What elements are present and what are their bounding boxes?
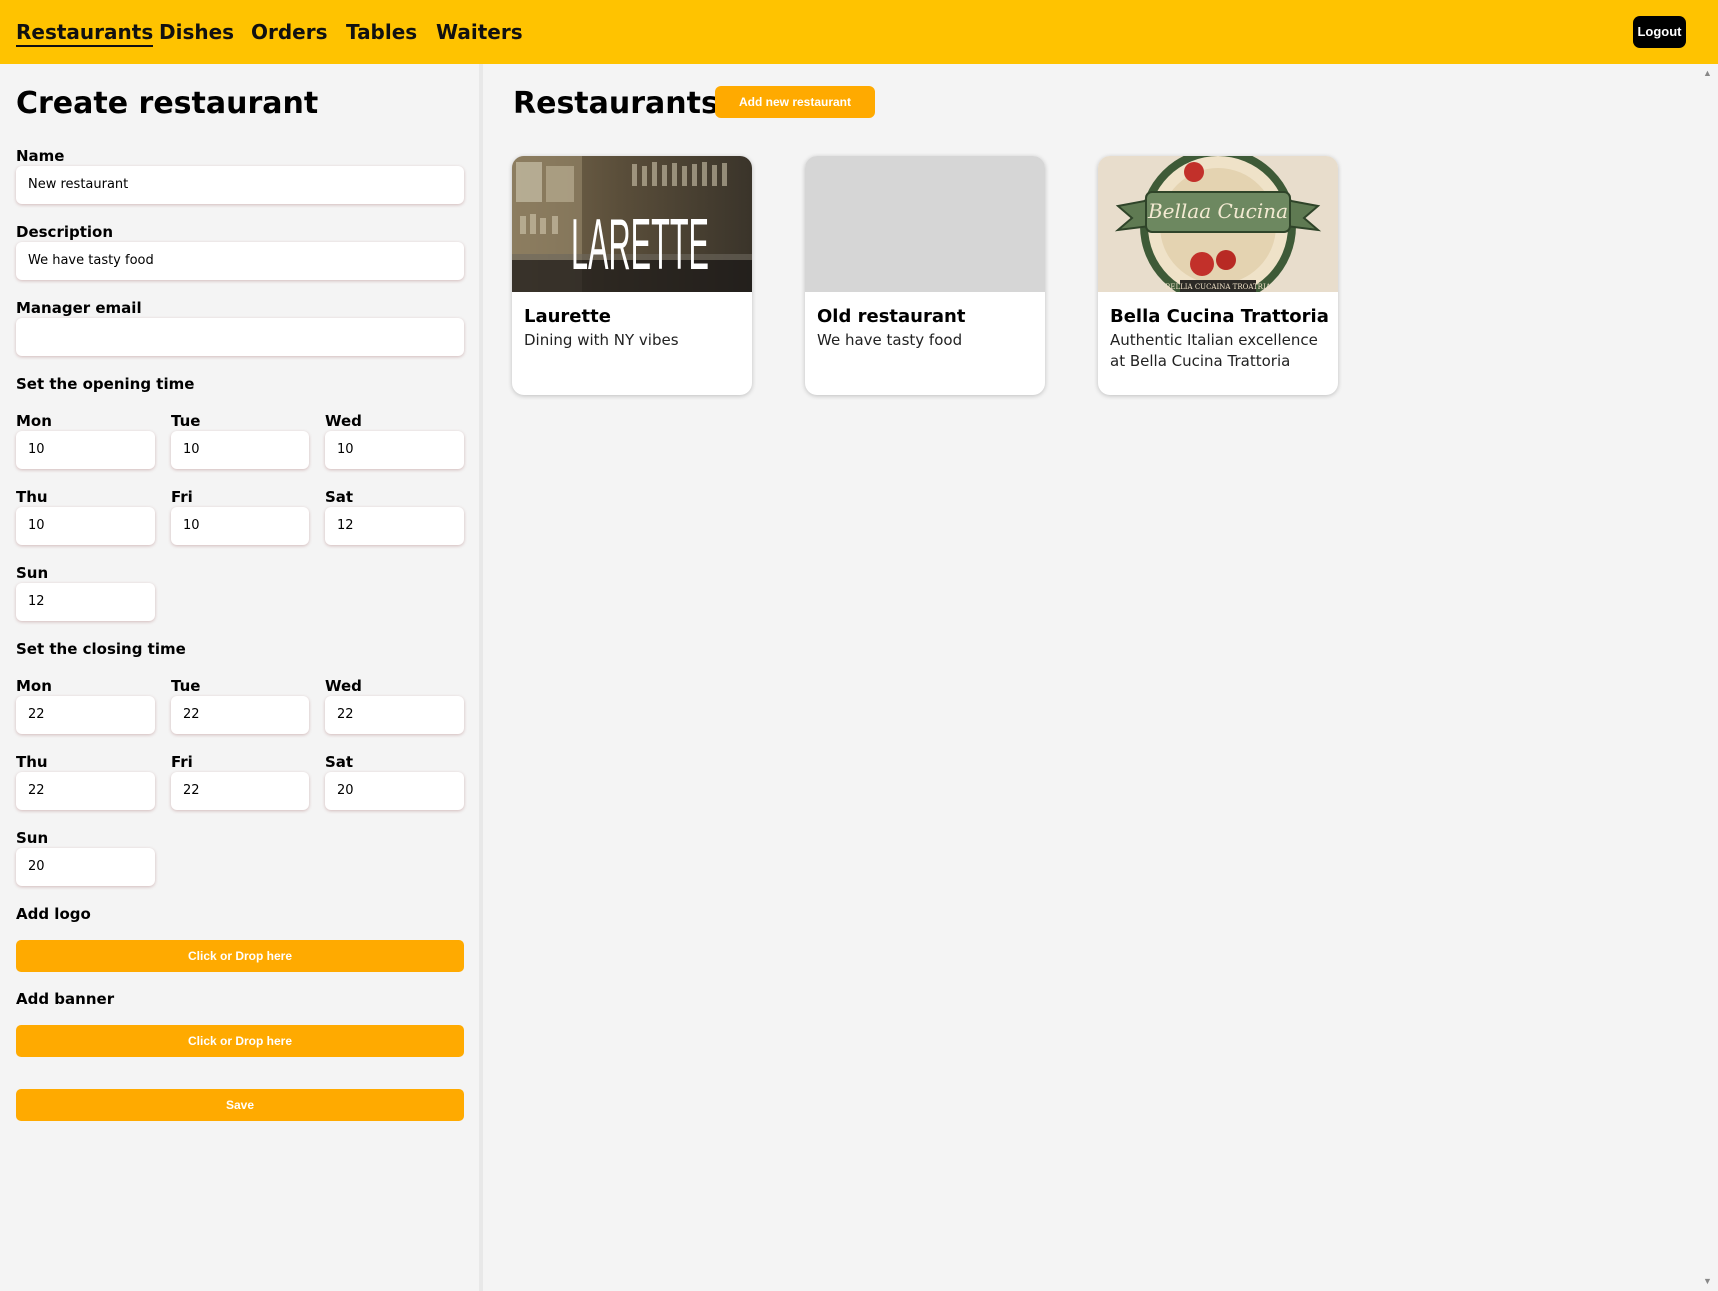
laurette-banner-text: LARETTE <box>571 205 709 285</box>
restaurant-banner-image: LARETTE <box>512 156 752 292</box>
closing-mon-input[interactable]: 22 <box>16 696 155 734</box>
opening-thu-label: Thu <box>16 488 48 506</box>
restaurant-description: Dining with NY vibes <box>524 331 679 349</box>
name-input[interactable]: New restaurant <box>16 166 464 204</box>
closing-sat-label: Sat <box>325 753 354 771</box>
restaurant-description: Authentic Italian excellence at Bella Cu… <box>1110 331 1318 370</box>
closing-wed-label: Wed <box>325 677 362 695</box>
nav-dishes[interactable]: Dishes <box>159 20 234 44</box>
closing-sun-label: Sun <box>16 829 49 847</box>
opening-mon-input[interactable]: 10 <box>16 431 155 469</box>
restaurant-name: Laurette <box>524 306 611 327</box>
opening-tue-input[interactable]: 10 <box>171 431 309 469</box>
opening-sat-label: Sat <box>325 488 354 506</box>
nav-restaurants[interactable]: Restaurants <box>16 20 154 47</box>
closing-thu-input[interactable]: 22 <box>16 772 155 810</box>
opening-fri-input[interactable]: 10 <box>171 507 309 545</box>
opening-time-title: Set the opening time <box>16 375 195 393</box>
add-new-restaurant-button[interactable]: Add new restaurant <box>715 86 875 118</box>
description-input[interactable]: We have tasty food <box>16 242 464 280</box>
restaurant-card-bella-cucina[interactable]: Bellaa Cucina BELLIA CUCAINA TROATRIA Be… <box>1098 156 1338 395</box>
banner-upload-dropzone[interactable]: Click or Drop here <box>16 1025 464 1057</box>
bella-banner-text: Bellaa Cucina <box>1147 199 1288 223</box>
closing-tue-label: Tue <box>171 677 201 695</box>
restaurant-name: Old restaurant <box>817 306 966 327</box>
restaurant-description: We have tasty food <box>817 331 963 349</box>
manager-email-label: Manager email <box>16 299 142 317</box>
opening-fri-label: Fri <box>171 488 193 506</box>
name-label: Name <box>16 147 65 165</box>
closing-fri-input[interactable]: 22 <box>171 772 309 810</box>
opening-sat-input[interactable]: 12 <box>325 507 464 545</box>
form-title: Create restaurant <box>16 86 319 121</box>
save-button[interactable]: Save <box>16 1089 464 1121</box>
restaurant-banner-placeholder <box>805 156 1045 292</box>
closing-thu-label: Thu <box>16 753 48 771</box>
nav-orders[interactable]: Orders <box>251 20 328 44</box>
restaurant-name: Bella Cucina Trattoria <box>1110 306 1329 327</box>
opening-mon-label: Mon <box>16 412 52 430</box>
panel-divider <box>479 64 483 1291</box>
closing-tue-input[interactable]: 22 <box>171 696 309 734</box>
restaurant-card-laurette[interactable]: LARETTE Laurette Dining with NY vibes <box>512 156 752 395</box>
nav-waiters[interactable]: Waiters <box>436 20 523 44</box>
closing-wed-input[interactable]: 22 <box>325 696 464 734</box>
closing-time-title: Set the closing time <box>16 640 186 658</box>
opening-wed-input[interactable]: 10 <box>325 431 464 469</box>
restaurant-banner-image: Bellaa Cucina BELLIA CUCAINA TROATRIA <box>1098 156 1338 304</box>
opening-thu-input[interactable]: 10 <box>16 507 155 545</box>
closing-sun-input[interactable]: 20 <box>16 848 155 886</box>
restaurants-heading: Restaurants <box>513 86 719 121</box>
closing-sat-input[interactable]: 20 <box>325 772 464 810</box>
logout-button[interactable]: Logout <box>1633 16 1686 48</box>
description-label: Description <box>16 223 114 241</box>
scroll-up-arrow-icon[interactable]: ▲ <box>1703 68 1712 78</box>
closing-fri-label: Fri <box>171 753 193 771</box>
bella-banner-subtext: BELLIA CUCAINA TROATRIA <box>1165 283 1271 291</box>
nav-tables[interactable]: Tables <box>346 20 417 44</box>
scroll-down-arrow-icon[interactable]: ▼ <box>1703 1276 1712 1286</box>
opening-wed-label: Wed <box>325 412 362 430</box>
manager-email-input[interactable] <box>16 318 464 356</box>
closing-mon-label: Mon <box>16 677 52 695</box>
top-navbar: Restaurants Dishes Orders Tables Waiters… <box>0 0 1718 64</box>
logo-upload-dropzone[interactable]: Click or Drop here <box>16 940 464 972</box>
add-logo-label: Add logo <box>16 905 91 923</box>
opening-tue-label: Tue <box>171 412 201 430</box>
add-banner-label: Add banner <box>16 990 115 1008</box>
opening-sun-label: Sun <box>16 564 49 582</box>
opening-sun-input[interactable]: 12 <box>16 583 155 621</box>
restaurant-card-old[interactable]: Old restaurant We have tasty food <box>805 156 1045 395</box>
